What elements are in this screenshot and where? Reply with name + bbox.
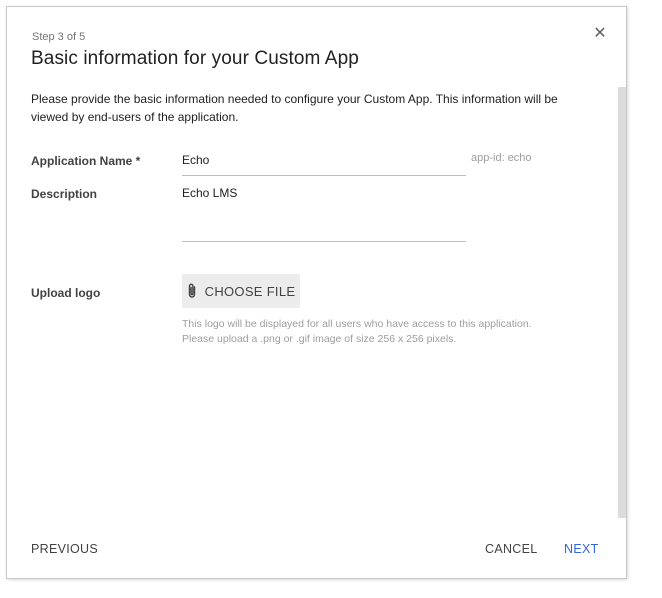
dialog-title: Basic information for your Custom App xyxy=(31,48,359,69)
upload-logo-label: Upload logo xyxy=(31,286,101,300)
application-name-label: Application Name * xyxy=(31,154,141,168)
intro-text: Please provide the basic information nee… xyxy=(31,92,558,124)
description-label: Description xyxy=(31,187,98,201)
previous-button[interactable]: PREVIOUS xyxy=(31,542,98,556)
scrollbar[interactable] xyxy=(618,87,626,518)
step-indicator: Step 3 of 5 xyxy=(32,31,86,43)
custom-app-dialog: Step 3 of 5 Basic information for your C… xyxy=(6,6,627,579)
description-textarea[interactable]: Echo LMS xyxy=(182,186,237,200)
choose-file-label: CHOOSE FILE xyxy=(204,283,296,299)
cancel-button[interactable]: CANCEL xyxy=(485,542,538,556)
close-icon[interactable]: ✕ xyxy=(592,26,608,42)
paperclip-icon xyxy=(187,283,197,299)
upload-hint-line-1: This logo will be displayed for all user… xyxy=(182,318,532,330)
application-name-input[interactable]: Echo xyxy=(182,153,209,167)
next-button[interactable]: NEXT xyxy=(564,542,599,556)
choose-file-button[interactable]: CHOOSE FILE xyxy=(182,274,300,308)
app-id-hint: app-id: echo xyxy=(471,152,532,164)
application-name-underline xyxy=(182,175,466,176)
description-underline xyxy=(182,241,466,242)
upload-logo-hint: This logo will be displayed for all user… xyxy=(182,317,582,346)
upload-hint-line-2: Please upload a .png or .gif image of si… xyxy=(182,332,457,345)
dialog-content: Please provide the basic information nee… xyxy=(7,85,615,521)
